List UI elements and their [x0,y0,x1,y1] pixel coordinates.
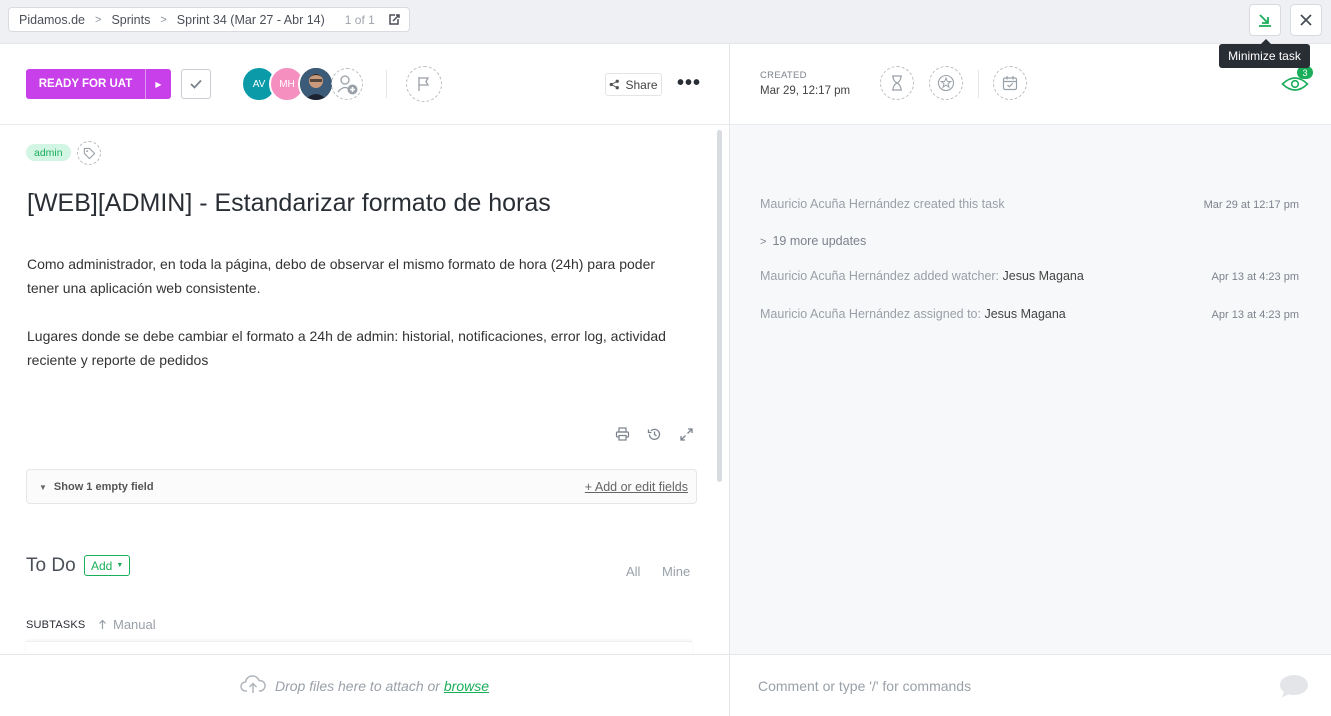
show-empty-fields-label: Show 1 empty field [53,481,154,493]
activity-text: Mauricio Acuña Hernández added watcher: [760,269,1003,283]
description-paragraph[interactable]: Como administrador, en toda la página, d… [27,252,677,300]
comment-box[interactable]: Comment or type '/' for commands [729,654,1331,716]
created-label: CREATED [760,70,807,81]
filter-all[interactable]: All [626,564,640,579]
hourglass-icon [892,75,902,91]
attachment-dropzone[interactable]: Drop files here to attach or browse [0,654,729,716]
comment-bubble-icon [1278,673,1310,704]
more-options-icon[interactable]: ••• [677,73,701,93]
status-button[interactable]: READY FOR UAT ▶ [26,69,171,99]
add-todo-label: Add [91,558,113,573]
breadcrumb-item-folder[interactable]: Sprints [111,13,150,27]
caret-down-icon: ▼ [116,562,124,569]
add-todo-button[interactable]: Add ▼ [84,555,131,576]
sort-label: Manual [113,617,156,632]
add-assignee-button[interactable] [331,68,363,100]
minimize-task-button[interactable] [1249,4,1281,36]
minimize-icon [1259,14,1271,27]
due-date-button[interactable] [993,66,1027,100]
expand-icon[interactable] [677,425,695,443]
avatar-photo[interactable] [298,66,334,102]
person-photo-icon [300,68,332,100]
chevron-right-icon: > [95,13,102,26]
close-icon [1300,14,1312,26]
activity-panel: CREATED Mar 29, 12:17 pm 3 Mauricio Acuñ… [729,44,1331,716]
arrow-up-icon [99,619,106,629]
activity-time: Apr 13 at 4:23 pm [1211,271,1299,283]
more-updates-label: 19 more updates [772,234,867,248]
comment-input[interactable]: Comment or type '/' for commands [758,678,971,694]
history-icon[interactable] [645,425,663,443]
task-header: READY FOR UAT ▶ AV MH Share ••• [0,44,729,125]
activity-item: Mauricio Acuña Hernández assigned to: Je… [760,307,1066,321]
created-value: Mar 29, 12:17 pm [760,85,851,97]
flag-icon [418,77,430,91]
close-task-button[interactable] [1290,4,1322,36]
todo-title: To Do [26,555,76,576]
complete-task-button[interactable] [181,69,211,99]
share-icon [610,79,620,90]
scrollbar[interactable] [717,130,722,482]
status-label[interactable]: READY FOR UAT [26,69,146,99]
browse-link[interactable]: browse [444,678,489,694]
minimize-tooltip: Minimize task [1219,39,1310,68]
activity-item: Mauricio Acuña Hernández created this ta… [760,197,1005,211]
chevron-right-icon: > [160,13,167,26]
share-label: Share [625,77,658,92]
chevron-right-icon: > [760,236,767,248]
top-bar: Pidamos.de > Sprints > Sprint 34 (Mar 27… [0,0,1331,44]
dropzone-text: Drop files here to attach or browse [275,678,489,694]
avatar-initials: AV [252,78,266,90]
status-next-icon[interactable]: ▶ [146,69,171,99]
custom-fields-bar: ▼ Show 1 empty field + Add or edit fields [26,469,697,504]
add-edit-fields-link[interactable]: + Add or edit fields [585,480,688,494]
share-button[interactable]: Share [605,73,662,96]
checkmark-icon [190,79,202,89]
activity-time: Mar 29 at 12:17 pm [1203,199,1299,211]
activity-user-link[interactable]: Jesus Magana [1003,269,1084,283]
task-position: 1 of 1 [344,12,375,27]
breadcrumb-item-list[interactable]: Sprint 34 (Mar 27 - Abr 14) [177,13,325,27]
breadcrumb: Pidamos.de > Sprints > Sprint 34 (Mar 27… [8,7,410,32]
sprint-points-button[interactable] [929,66,963,100]
activity-user-link[interactable]: Jesus Magana [984,307,1065,321]
priority-button[interactable] [406,66,442,102]
avatar-initials: MH [279,78,295,90]
task-title[interactable]: [WEB][ADMIN] - Estandarizar formato de h… [27,189,551,218]
add-user-icon [337,75,358,95]
activity-time: Apr 13 at 4:23 pm [1211,309,1299,321]
calendar-icon [1002,76,1018,91]
activity-text: Mauricio Acuña Hernández assigned to: [760,307,985,321]
add-tag-button[interactable] [77,141,101,165]
tag-icon [83,147,95,159]
caret-down-icon: ▼ [39,483,47,492]
show-empty-fields-toggle[interactable]: ▼ Show 1 empty field [39,481,154,493]
subtask-card [26,641,692,655]
open-external-icon[interactable] [387,13,401,27]
more-updates-toggle[interactable]: >19 more updates [760,234,866,248]
dropzone-label: Drop files here to attach or [275,678,444,694]
filter-mine[interactable]: Mine [662,564,690,579]
breadcrumb-item-workspace[interactable]: Pidamos.de [19,13,85,27]
sort-toggle[interactable]: Manual [98,617,156,632]
print-icon[interactable] [613,425,631,443]
cloud-upload-icon [240,674,266,699]
activity-text: Mauricio Acuña Hernández created this ta… [760,197,1005,211]
star-icon [937,74,955,92]
activity-item: Mauricio Acuña Hernández added watcher: … [760,269,1084,283]
time-estimate-button[interactable] [880,66,914,100]
description-paragraph[interactable]: Lugares donde se debe cambiar el formato… [27,324,677,372]
tag-badge[interactable]: admin [26,144,71,161]
subtasks-label: SUBTASKS [26,619,86,631]
